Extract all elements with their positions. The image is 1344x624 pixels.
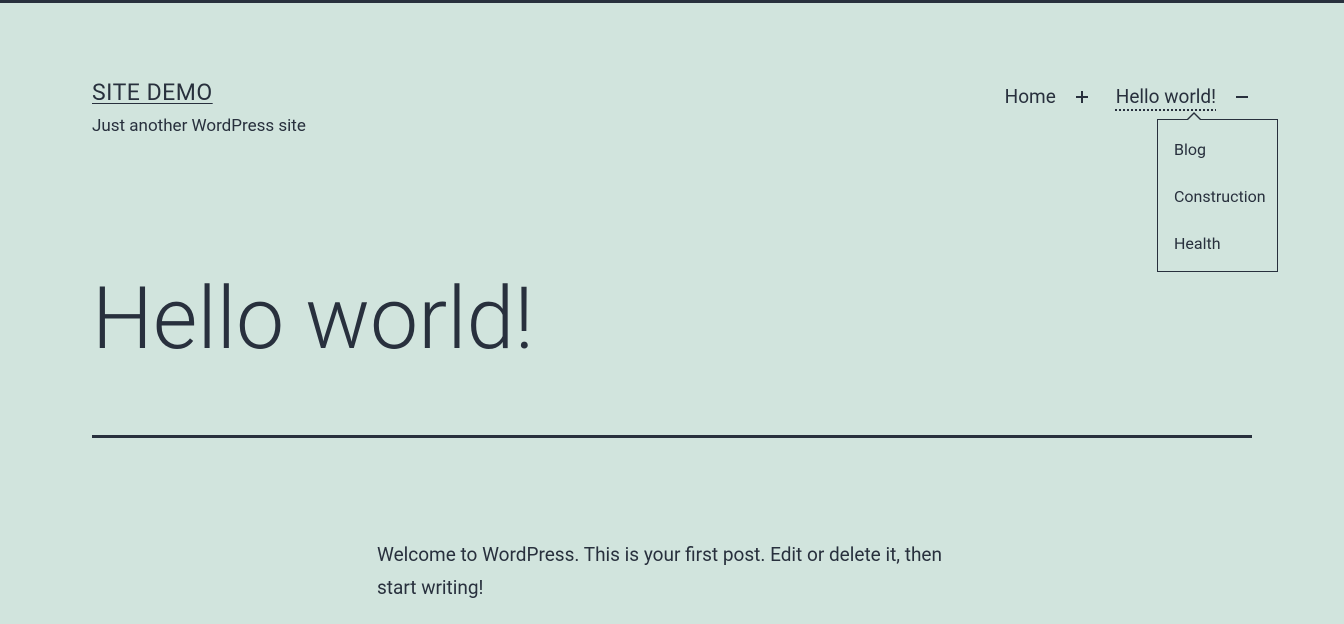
minus-icon[interactable] (1232, 87, 1252, 107)
nav-label: Home (1005, 85, 1056, 108)
nav-item-hello-world[interactable]: Hello world! Blog Construction Health (1116, 85, 1252, 108)
nav-label: Hello world! (1116, 85, 1216, 108)
divider (92, 435, 1252, 438)
submenu-item-construction[interactable]: Construction (1158, 173, 1277, 220)
main-content: Hello world! Welcome to WordPress. This … (0, 268, 1344, 605)
site-title[interactable]: SITE DEMO (92, 79, 306, 106)
site-header: SITE DEMO Just another WordPress site Ho… (0, 3, 1344, 136)
page-title: Hello world! (92, 268, 1252, 369)
nav-item-home[interactable]: Home (1005, 85, 1092, 108)
site-tagline: Just another WordPress site (92, 116, 306, 136)
submenu: Blog Construction Health (1157, 119, 1278, 272)
post-body: Welcome to WordPress. This is your first… (377, 538, 967, 605)
branding: SITE DEMO Just another WordPress site (92, 79, 306, 136)
submenu-item-health[interactable]: Health (1158, 220, 1277, 267)
plus-icon[interactable] (1072, 87, 1092, 107)
primary-nav: Home Hello world! Blog Construction Heal… (981, 85, 1252, 108)
submenu-item-blog[interactable]: Blog (1158, 126, 1277, 173)
